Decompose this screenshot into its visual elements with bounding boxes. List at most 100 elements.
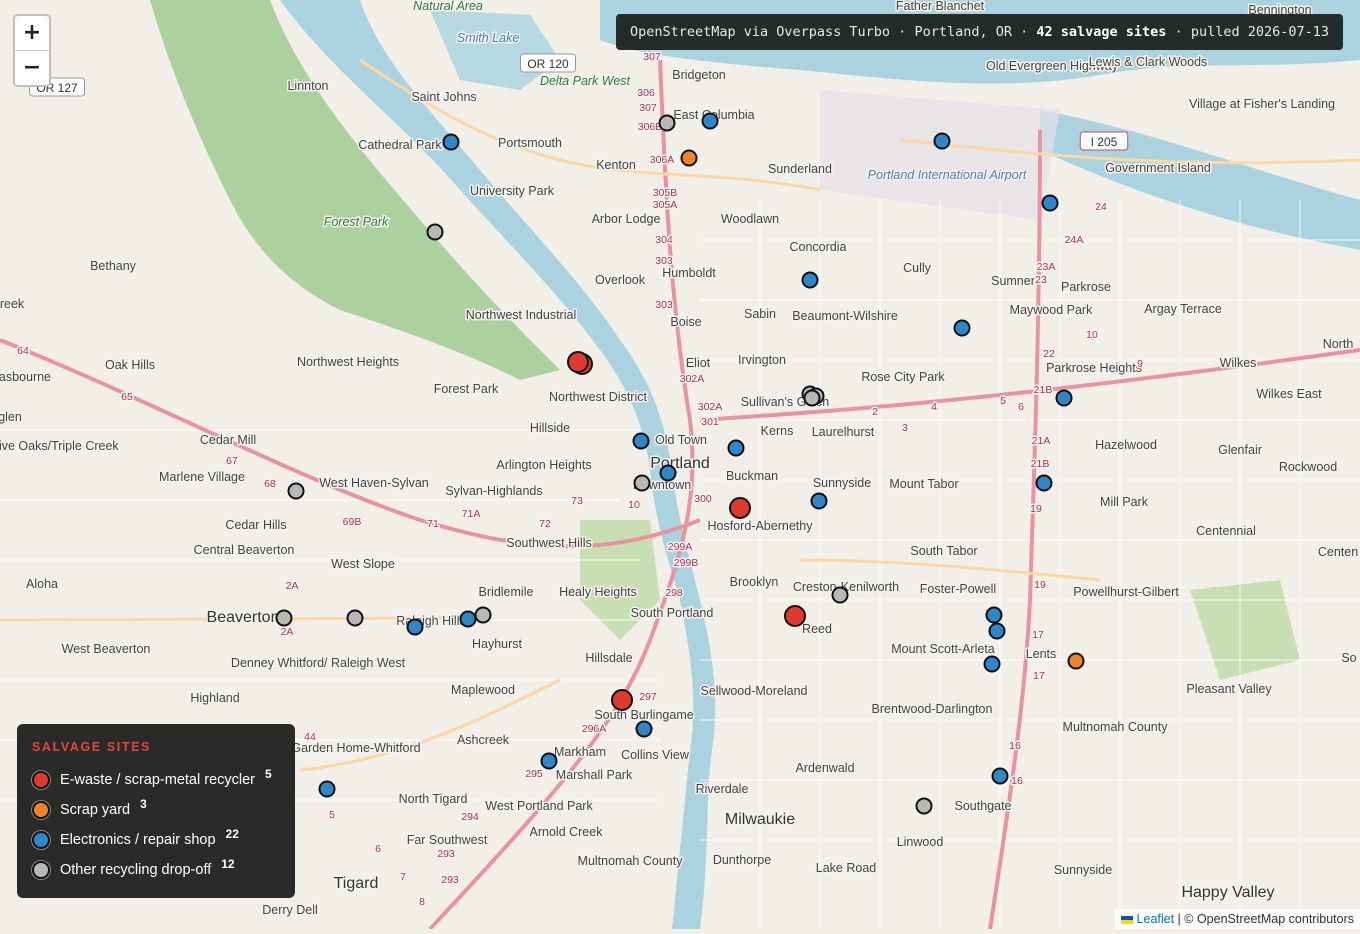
other-recycling-marker[interactable]: [275, 609, 293, 627]
place-label: Lents: [1026, 647, 1057, 661]
exit-label: 2: [872, 406, 878, 418]
banner-separator: ·: [1012, 24, 1037, 40]
electronics-marker[interactable]: [318, 780, 336, 798]
place-label: Cedar Mill: [200, 433, 256, 447]
legend-count: 5: [265, 767, 272, 781]
exit-label: 23: [1035, 274, 1047, 286]
place-label: North: [1323, 337, 1354, 351]
electronics-marker[interactable]: [540, 752, 558, 770]
ewaste-marker[interactable]: [729, 497, 751, 519]
other-recycling-marker[interactable]: [426, 223, 444, 241]
electronics-marker[interactable]: [991, 767, 1009, 785]
exit-label: 22: [1043, 348, 1055, 360]
exit-label: 2A: [286, 580, 299, 592]
electronics-swatch-icon: [32, 831, 50, 849]
place-label: Cedar Hills: [225, 518, 286, 532]
electronics-marker[interactable]: [933, 132, 951, 150]
place-label: Arbor Lodge: [592, 212, 661, 226]
exit-label: 7: [400, 871, 406, 883]
zoom-out-button[interactable]: −: [15, 50, 49, 85]
place-label: Far Southwest: [407, 833, 488, 847]
place-label: Portland: [650, 455, 710, 472]
place-label: West Haven-Sylvan: [319, 476, 429, 490]
place-label: Central Beaverton: [194, 543, 295, 557]
electronics-marker[interactable]: [953, 319, 971, 337]
electronics-marker[interactable]: [1055, 389, 1073, 407]
place-label: North Tigard: [399, 792, 468, 806]
place-label: Sabin: [744, 307, 776, 321]
electronics-marker[interactable]: [1035, 474, 1053, 492]
exit-label: 298: [665, 587, 683, 599]
exit-label: 6: [375, 843, 381, 855]
exit-label: 3: [902, 422, 908, 434]
place-label: University Park: [470, 184, 555, 198]
osm-credit[interactable]: © OpenStreetMap contributors: [1184, 912, 1354, 926]
source-banner: OpenStreetMap via Overpass Turbo · Portl…: [615, 14, 1343, 50]
electronics-marker[interactable]: [635, 720, 653, 738]
other-recycling-marker[interactable]: [633, 474, 651, 492]
electronics-marker[interactable]: [442, 133, 460, 151]
exit-label: 21B: [1031, 458, 1050, 470]
place-label: Markham: [554, 745, 606, 759]
place-label: Southwest Hills: [506, 536, 591, 550]
scrap-yard-marker[interactable]: [1067, 652, 1085, 670]
exit-label: 302A: [698, 401, 723, 413]
electronics-marker[interactable]: [810, 492, 828, 510]
electronics-marker[interactable]: [406, 618, 424, 636]
exit-label: 307: [639, 102, 657, 114]
place-label: anasbourne: [0, 370, 51, 384]
zoom-in-button[interactable]: +: [15, 16, 49, 50]
scrap-yard-marker[interactable]: [680, 149, 698, 167]
place-label: Rockwood: [1279, 460, 1337, 474]
place-label: Beaumont-Wilshire: [792, 309, 898, 323]
legend-row-other: Other recycling drop-off 12: [32, 857, 235, 881]
other-recycling-marker[interactable]: [915, 797, 933, 815]
electronics-marker[interactable]: [983, 655, 1001, 673]
place-label: Natural Area: [413, 0, 483, 13]
place-label: Bridlemile: [479, 585, 534, 599]
place-label: Kerns: [761, 424, 794, 438]
ewaste-marker[interactable]: [611, 689, 633, 711]
electronics-marker[interactable]: [801, 271, 819, 289]
legend-row-scrap-yard: Scrap yard 3: [32, 797, 147, 821]
other-recycling-marker[interactable]: [346, 609, 364, 627]
other-recycling-marker[interactable]: [287, 482, 305, 500]
electronics-marker[interactable]: [659, 464, 677, 482]
place-label: Multnomah County: [578, 854, 684, 868]
place-label: Eliot: [686, 356, 711, 370]
banner-pulled: pulled 2026-07-13: [1190, 24, 1329, 40]
electronics-marker[interactable]: [988, 622, 1006, 640]
place-label: Milwaukie: [725, 811, 795, 828]
ewaste-marker[interactable]: [567, 351, 589, 373]
banner-separator: ·: [890, 24, 915, 40]
other-recycling-marker[interactable]: [803, 389, 821, 407]
legend-row-ewaste: E-waste / scrap-metal recycler 5: [32, 767, 272, 791]
electronics-marker[interactable]: [727, 439, 745, 457]
exit-label: 305A: [653, 199, 678, 211]
exit-label: 4: [931, 401, 937, 413]
exit-label: 306A: [650, 154, 675, 166]
exit-label: 9: [1137, 358, 1143, 370]
exit-label: 24A: [1065, 234, 1084, 246]
electronics-marker[interactable]: [985, 606, 1003, 624]
exit-label: 19: [1030, 503, 1042, 515]
place-label: Hillside: [530, 421, 570, 435]
columbia-river-east: [1040, 110, 1360, 250]
banner-count: 42 salvage sites: [1036, 24, 1167, 40]
leaflet-link[interactable]: Leaflet: [1137, 912, 1175, 926]
exit-label: 16: [1009, 740, 1021, 752]
other-recycling-marker[interactable]: [831, 586, 849, 604]
electronics-marker[interactable]: [632, 432, 650, 450]
place-label: Boise: [670, 315, 701, 329]
place-label: Government Island: [1105, 161, 1211, 175]
place-label: Highland: [190, 691, 239, 705]
electronics-marker[interactable]: [1041, 194, 1059, 212]
electronics-marker[interactable]: [701, 112, 719, 130]
electronics-marker[interactable]: [459, 610, 477, 628]
other-recycling-marker[interactable]: [658, 114, 676, 132]
other-recycling-marker[interactable]: [474, 606, 492, 624]
ewaste-marker[interactable]: [784, 605, 806, 627]
place-label: Aloha: [26, 577, 58, 591]
exit-label: 71A: [462, 508, 481, 520]
place-label: Delta Park West: [540, 74, 631, 88]
